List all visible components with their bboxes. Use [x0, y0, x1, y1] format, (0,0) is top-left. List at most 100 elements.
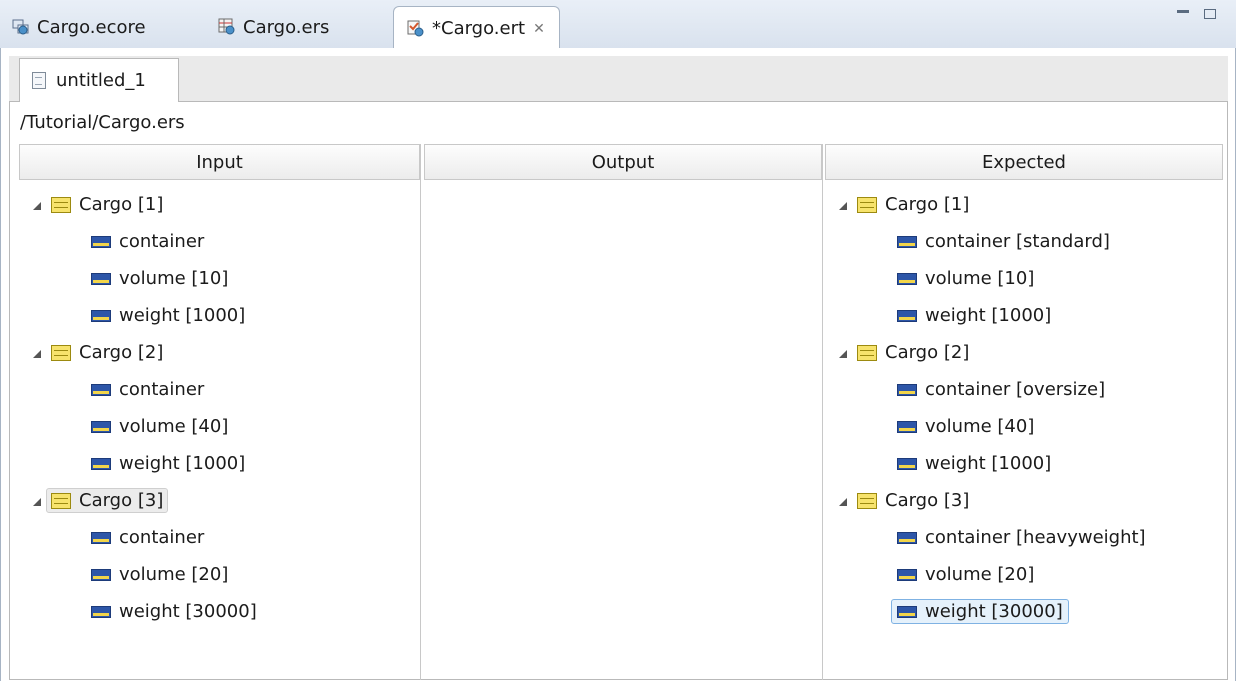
attribute-icon — [91, 568, 111, 581]
attribute-icon — [91, 605, 111, 618]
attribute-icon — [897, 383, 917, 396]
attribute-icon — [897, 235, 917, 248]
output-column[interactable]: Output — [424, 144, 823, 680]
output-column-header[interactable]: Output — [424, 144, 822, 180]
tree-node-cargo-3[interactable]: Cargo [3] — [825, 482, 1223, 519]
tab-label: Cargo.ecore — [37, 16, 146, 38]
leaf-label: container — [119, 527, 205, 548]
leaf-label: weight [30000] — [925, 601, 1063, 622]
expected-column[interactable]: Expected Cargo [1] container [standard] … — [825, 144, 1223, 680]
leaf-label: container — [119, 231, 205, 252]
attribute-icon — [897, 457, 917, 470]
leaf-label: container [oversize] — [925, 379, 1106, 400]
tree-leaf[interactable]: volume [10] — [19, 260, 420, 297]
node-label: Cargo [3] — [885, 490, 970, 511]
attribute-icon — [91, 457, 111, 470]
close-icon[interactable]: ✕ — [533, 21, 545, 37]
input-column-header[interactable]: Input — [19, 144, 420, 180]
tree-node-cargo-2[interactable]: Cargo [2] — [19, 334, 420, 371]
node-label: Cargo [2] — [79, 342, 164, 363]
input-column[interactable]: Input Cargo [1] container volume [10] we… — [19, 144, 421, 680]
tab-label: Cargo.ers — [243, 16, 330, 38]
tree-leaf[interactable]: weight [30000] — [19, 593, 420, 630]
tree-node-cargo-2[interactable]: Cargo [2] — [825, 334, 1223, 371]
leaf-label: container [heavyweight] — [925, 527, 1146, 548]
attribute-icon — [897, 605, 917, 618]
leaf-label: container [standard] — [925, 231, 1110, 252]
tree-leaf[interactable]: container — [19, 371, 420, 408]
maximize-icon[interactable] — [1204, 9, 1216, 19]
tree-leaf[interactable]: weight [1000] — [825, 297, 1223, 334]
class-icon — [857, 196, 877, 213]
document-icon — [32, 72, 46, 89]
expand-arrow-icon[interactable] — [839, 349, 847, 358]
tree-leaf[interactable]: container [standard] — [825, 223, 1223, 260]
tree-leaf[interactable]: volume [40] — [19, 408, 420, 445]
tab-untitled-1[interactable]: untitled_1 — [19, 58, 179, 102]
expand-arrow-icon[interactable] — [33, 201, 41, 210]
expand-arrow-icon[interactable] — [839, 497, 847, 506]
attribute-icon — [91, 420, 111, 433]
tree-leaf[interactable]: container — [19, 223, 420, 260]
tree-leaf[interactable]: container — [19, 519, 420, 556]
leaf-label: volume [10] — [925, 268, 1035, 289]
editor-area: untitled_1 /Tutorial/Cargo.ers Input Car… — [0, 48, 1236, 681]
leaf-label: weight [1000] — [119, 305, 246, 326]
tree-leaf[interactable]: volume [20] — [825, 556, 1223, 593]
tree-node-cargo-1[interactable]: Cargo [1] — [825, 186, 1223, 223]
tree-leaf[interactable]: volume [10] — [825, 260, 1223, 297]
tree-leaf[interactable]: container [oversize] — [825, 371, 1223, 408]
attribute-icon — [897, 531, 917, 544]
class-icon — [857, 344, 877, 361]
leaf-label: weight [1000] — [925, 453, 1052, 474]
node-label: Cargo [2] — [885, 342, 970, 363]
input-tree: Cargo [1] container volume [10] weight [… — [19, 180, 420, 630]
attribute-icon — [91, 272, 111, 285]
minimize-icon[interactable] — [1177, 10, 1189, 13]
expected-column-header[interactable]: Expected — [825, 144, 1223, 180]
ruleset-path: /Tutorial/Cargo.ers — [20, 112, 185, 133]
class-icon — [51, 196, 71, 213]
tree-leaf[interactable]: weight [1000] — [19, 445, 420, 482]
attribute-icon — [91, 235, 111, 248]
ruletest-icon — [407, 20, 425, 38]
leaf-label: volume [20] — [119, 564, 229, 585]
tree-node-cargo-1[interactable]: Cargo [1] — [19, 186, 420, 223]
tree-leaf[interactable]: weight [1000] — [825, 445, 1223, 482]
attribute-icon — [897, 420, 917, 433]
ecore-model-icon — [12, 18, 30, 36]
tree-leaf[interactable]: volume [20] — [19, 556, 420, 593]
leaf-label: container — [119, 379, 205, 400]
hover-highlight: Cargo [3] — [46, 488, 169, 513]
attribute-icon — [897, 309, 917, 322]
leaf-label: volume [40] — [119, 416, 229, 437]
editor-tab-bar: Cargo.ecore Cargo.ers *Cargo.ert ✕ — [0, 0, 1236, 50]
subtab-label: untitled_1 — [56, 70, 146, 91]
node-label: Cargo [3] — [79, 490, 164, 511]
expected-tree: Cargo [1] container [standard] volume [1… — [825, 180, 1223, 630]
expand-arrow-icon[interactable] — [839, 201, 847, 210]
tree-leaf[interactable]: weight [1000] — [19, 297, 420, 334]
ruleset-icon — [218, 18, 236, 36]
tab-cargo-ers[interactable]: Cargo.ers — [218, 6, 329, 48]
leaf-label: volume [20] — [925, 564, 1035, 585]
expand-arrow-icon[interactable] — [33, 349, 41, 358]
tree-leaf[interactable]: volume [40] — [825, 408, 1223, 445]
leaf-label: volume [10] — [119, 268, 229, 289]
tree-node-cargo-3[interactable]: Cargo [3] — [19, 482, 420, 519]
attribute-icon — [897, 568, 917, 581]
tree-leaf-selected[interactable]: weight [30000] — [825, 593, 1223, 630]
leaf-label: weight [30000] — [119, 601, 257, 622]
tab-cargo-ert[interactable]: *Cargo.ert ✕ — [393, 6, 560, 50]
attribute-icon — [91, 309, 111, 322]
tab-label: *Cargo.ert — [432, 18, 526, 39]
output-tree — [424, 180, 822, 186]
tab-cargo-ecore[interactable]: Cargo.ecore — [12, 6, 146, 48]
expand-arrow-icon[interactable] — [33, 497, 41, 506]
tree-leaf[interactable]: container [heavyweight] — [825, 519, 1223, 556]
test-content: /Tutorial/Cargo.ers Input Cargo [1] cont… — [9, 102, 1228, 680]
attribute-icon — [91, 531, 111, 544]
leaf-label: weight [1000] — [119, 453, 246, 474]
leaf-label: weight [1000] — [925, 305, 1052, 326]
class-icon — [51, 344, 71, 361]
